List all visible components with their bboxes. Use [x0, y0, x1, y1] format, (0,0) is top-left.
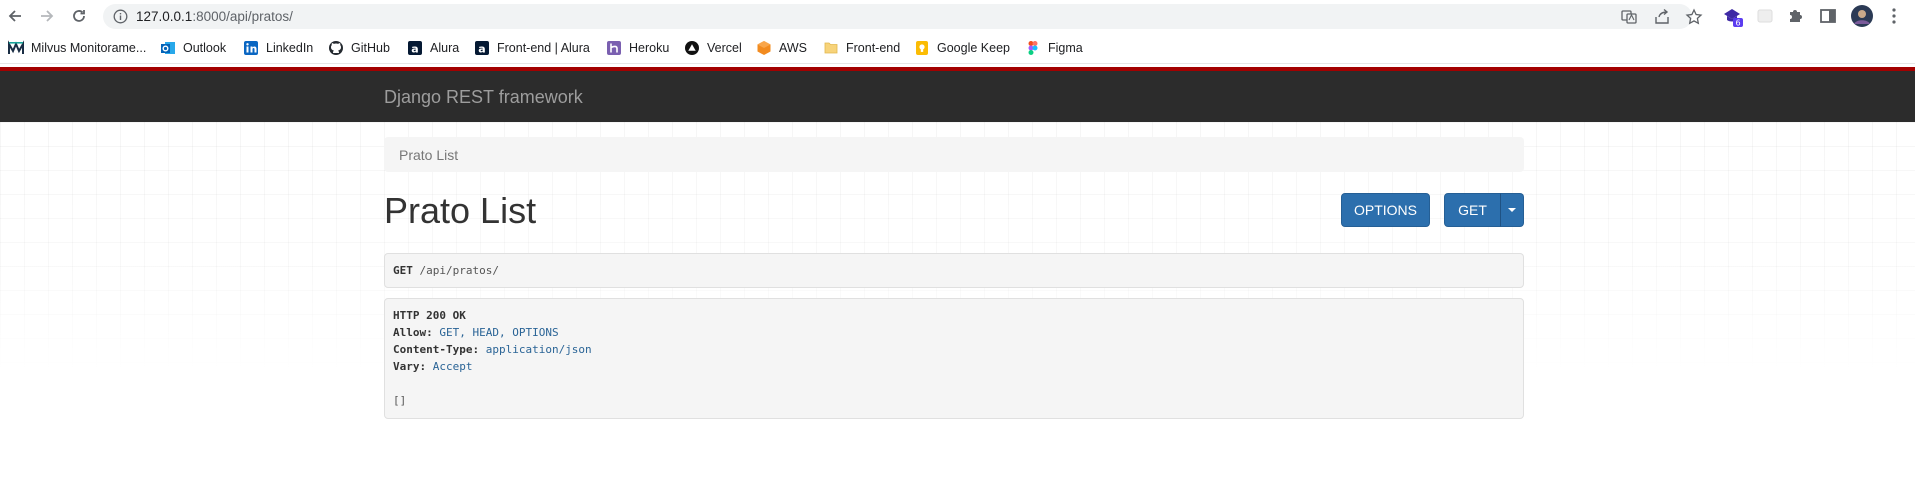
- header-value: application/json: [485, 343, 592, 356]
- header-vary: Vary: Accept: [393, 360, 473, 373]
- bookmark-label: Milvus Monitorame...: [31, 41, 147, 55]
- browser-toolbar: 127.0.0.1:8000/api/pratos/ 6: [0, 0, 1915, 33]
- header-key: Vary:: [393, 360, 427, 373]
- translate-icon[interactable]: [1620, 8, 1638, 26]
- bookmark-label: Vercel: [707, 41, 742, 55]
- bookmark-linkedin[interactable]: LinkedIn: [243, 39, 313, 57]
- header-value: Accept: [432, 360, 473, 373]
- header-allow: Allow: GET, HEAD, OPTIONS: [393, 326, 559, 339]
- extension-icon[interactable]: 6: [1722, 6, 1743, 28]
- request-path: /api/pratos/: [419, 264, 499, 277]
- bookmark-folder-front-end[interactable]: Front-end: [823, 39, 900, 57]
- alura-icon: a: [474, 40, 490, 56]
- svg-text:a: a: [478, 43, 485, 56]
- reload-icon: [73, 10, 85, 22]
- bookmark-google-keep[interactable]: Google Keep: [914, 39, 1010, 57]
- breadcrumb: Prato List: [384, 137, 1524, 172]
- request-method: GET: [393, 264, 413, 277]
- side-panel-icon[interactable]: [1818, 6, 1838, 26]
- bookmarks-bar: Milvus Monitorame... Outlook LinkedIn Gi…: [0, 33, 1915, 64]
- bookmark-heroku[interactable]: Heroku: [606, 39, 669, 57]
- svg-text:a: a: [411, 43, 418, 56]
- back-button[interactable]: [4, 5, 26, 27]
- request-info: GET /api/pratos/: [384, 253, 1524, 288]
- site-info-icon[interactable]: [113, 9, 128, 29]
- bookmark-aws[interactable]: AWS: [756, 39, 807, 57]
- heroku-icon: [606, 40, 622, 56]
- bookmark-figma[interactable]: Figma: [1025, 39, 1083, 57]
- folder-icon: [823, 40, 839, 56]
- vercel-icon: [684, 40, 700, 56]
- drf-navbar: Django REST framework: [0, 71, 1915, 122]
- response-status: HTTP 200 OK: [393, 309, 466, 322]
- alura-icon: a: [407, 40, 423, 56]
- bookmark-vercel[interactable]: Vercel: [684, 39, 742, 57]
- linkedin-icon: [243, 40, 259, 56]
- extensions-puzzle-icon[interactable]: [1786, 6, 1806, 26]
- github-icon: [328, 40, 344, 56]
- header-key: Content-Type:: [393, 343, 480, 356]
- bookmark-label: Figma: [1048, 41, 1083, 55]
- star-icon[interactable]: [1685, 8, 1703, 26]
- bookmark-label: GitHub: [351, 41, 390, 55]
- bookmark-label: Outlook: [183, 41, 227, 55]
- get-button[interactable]: GET: [1444, 193, 1501, 227]
- drf-brand-link[interactable]: Django REST framework: [384, 87, 583, 108]
- bookmark-label: LinkedIn: [266, 41, 314, 55]
- header-value: GET, HEAD, OPTIONS: [439, 326, 559, 339]
- options-button[interactable]: OPTIONS: [1341, 193, 1430, 227]
- get-format-dropdown[interactable]: [1500, 193, 1524, 227]
- header-content-type: Content-Type: application/json: [393, 343, 592, 356]
- bookmark-label: AWS: [779, 41, 808, 55]
- breadcrumb-item[interactable]: Prato List: [399, 147, 458, 163]
- url-path: :8000/api/pratos/: [192, 9, 293, 24]
- header-key: Allow:: [393, 326, 433, 339]
- bookmark-label: Front-end | Alura: [497, 41, 590, 55]
- milvus-icon: [7, 40, 24, 56]
- bookmark-milvus[interactable]: Milvus Monitorame...: [7, 39, 147, 57]
- forward-button[interactable]: [36, 5, 58, 27]
- bookmark-outlook[interactable]: Outlook: [160, 39, 226, 57]
- extension-badge: 6: [1735, 19, 1740, 28]
- arrow-left-icon: [8, 10, 21, 22]
- share-icon[interactable]: [1653, 8, 1671, 26]
- address-bar[interactable]: 127.0.0.1:8000/api/pratos/: [103, 4, 1703, 29]
- bookmark-front-end-alura[interactable]: a Front-end | Alura: [474, 39, 590, 57]
- bookmark-github[interactable]: GitHub: [328, 39, 390, 57]
- caret-down-icon: [1508, 208, 1516, 212]
- response-body: []: [393, 394, 407, 407]
- outlook-icon: [160, 40, 176, 56]
- url-host: 127.0.0.1: [136, 9, 193, 24]
- extension-placeholder-icon[interactable]: [1755, 6, 1775, 26]
- bookmark-label: Heroku: [629, 41, 670, 55]
- figma-icon: [1025, 40, 1041, 56]
- bookmark-label: Front-end: [846, 41, 901, 55]
- arrow-right-icon: [41, 10, 54, 22]
- menu-kebab-icon[interactable]: [1884, 6, 1904, 26]
- page-title: Prato List: [384, 190, 537, 231]
- google-keep-icon: [914, 40, 930, 56]
- bookmark-label: Google Keep: [937, 41, 1010, 55]
- bookmark-alura[interactable]: a Alura: [407, 39, 459, 57]
- bookmark-label: Alura: [430, 41, 460, 55]
- response-info: HTTP 200 OK Allow: GET, HEAD, OPTIONS Co…: [384, 298, 1524, 419]
- url-text: 127.0.0.1:8000/api/pratos/: [136, 9, 293, 24]
- reload-button[interactable]: [68, 5, 90, 27]
- aws-icon: [756, 40, 772, 56]
- profile-avatar[interactable]: [1850, 4, 1874, 28]
